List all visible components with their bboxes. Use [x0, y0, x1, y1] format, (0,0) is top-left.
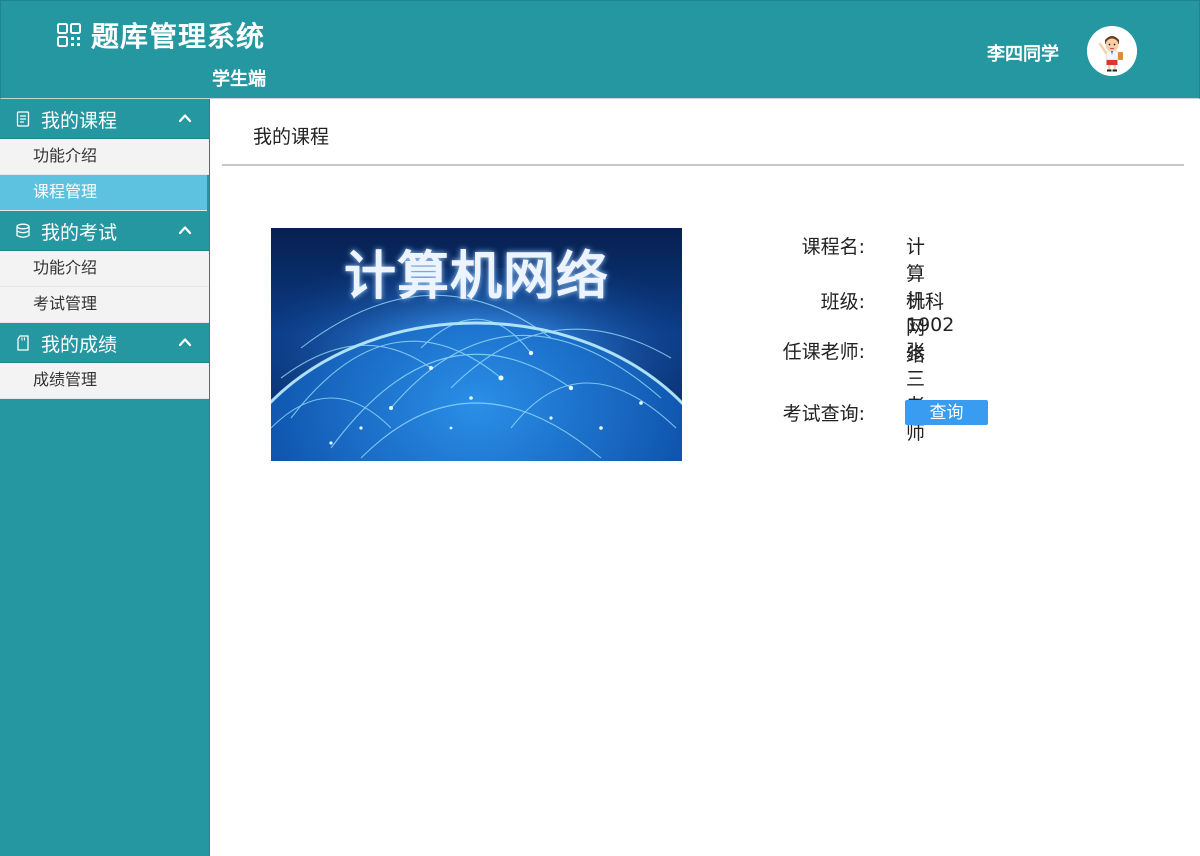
title-divider: [222, 164, 1184, 166]
chevron-up-icon[interactable]: [178, 112, 192, 124]
app-title: 题库管理系统: [91, 20, 266, 53]
app-subtitle: 学生端: [212, 69, 266, 90]
sd-card-icon: [17, 335, 29, 351]
class-label: 班级:: [820, 291, 865, 313]
qr-grid-icon: [57, 23, 81, 47]
cartoon-boy-avatar-icon: [1087, 26, 1137, 76]
sidebar-item-exam-intro[interactable]: 功能介绍: [0, 251, 209, 287]
page-title: 我的课程: [253, 126, 330, 148]
document-icon: [16, 111, 30, 127]
sidebar-item-course-management[interactable]: 课程管理: [0, 175, 207, 211]
sidebar: 我的课程 功能介绍 课程管理 我的考试 功能介绍 考试管理 我的成绩 成绩管理: [0, 99, 210, 856]
query-button[interactable]: 查询: [905, 400, 988, 425]
sidebar-group-my-grades[interactable]: 我的成绩: [0, 323, 209, 363]
chevron-up-icon[interactable]: [178, 224, 192, 236]
chevron-up-icon[interactable]: [178, 336, 192, 348]
course-name-label: 课程名:: [801, 236, 865, 258]
course-image-title: 计算机网络: [343, 247, 609, 307]
teacher-label: 任课老师:: [782, 341, 865, 363]
database-icon: [16, 223, 30, 238]
user-name[interactable]: 李四同学: [987, 40, 1059, 66]
class-value: 计科1902: [906, 291, 955, 336]
course-cover-image: 计算机网络: [271, 228, 682, 461]
sidebar-group-label: 我的考试: [41, 222, 118, 244]
top-header: 题库管理系统 学生端 李四同学: [0, 0, 1200, 99]
avatar[interactable]: [1087, 26, 1137, 76]
exam-query-label: 考试查询:: [782, 403, 865, 425]
teacher-value: 张三老师: [906, 341, 926, 444]
sidebar-item-exam-management[interactable]: 考试管理: [0, 287, 209, 323]
app-window: 题库管理系统 学生端 李四同学 我的课程 功能介绍 课程管理 我的考试 功能介绍…: [0, 0, 1200, 856]
sidebar-item-grade-management[interactable]: 成绩管理: [0, 363, 209, 399]
sidebar-group-label: 我的课程: [41, 110, 118, 132]
sidebar-group-my-courses[interactable]: 我的课程: [0, 99, 209, 139]
sidebar-group-label: 我的成绩: [41, 334, 118, 356]
sidebar-group-my-exams[interactable]: 我的考试: [0, 211, 209, 251]
sidebar-item-course-intro[interactable]: 功能介绍: [0, 139, 209, 175]
